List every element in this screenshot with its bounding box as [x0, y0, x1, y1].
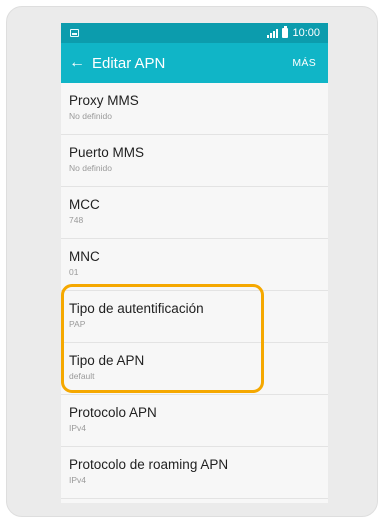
setting-label: Tipo de APN: [69, 353, 145, 368]
page-title: Editar APN: [92, 54, 166, 72]
setting-proxy-mms[interactable]: Proxy MMS No definido: [61, 83, 328, 135]
setting-label: MCC: [69, 197, 100, 212]
setting-value: 748: [69, 215, 84, 225]
status-time: 10:00: [292, 27, 320, 39]
setting-label: Proxy MMS: [69, 93, 139, 108]
setting-apn-roaming-protocol[interactable]: Protocolo de roaming APN IPv4: [61, 447, 328, 499]
status-bar: 10:00: [61, 23, 328, 43]
setting-value: IPv4: [69, 475, 87, 485]
signal-icon: [267, 28, 279, 38]
back-arrow-icon[interactable]: ←: [69, 55, 89, 71]
setting-mcc[interactable]: MCC 748: [61, 187, 328, 239]
setting-value: 01: [69, 267, 79, 277]
setting-value: No definido: [69, 111, 113, 121]
notification-icon: [70, 29, 79, 37]
setting-value: No definido: [69, 163, 113, 173]
setting-mms-port[interactable]: Puerto MMS No definido: [61, 135, 328, 187]
setting-value: default: [69, 371, 95, 381]
status-indicators: 10:00: [267, 26, 320, 39]
phone-screen: 10:00 ← Editar APN MÁS Proxy MMS No defi…: [61, 23, 328, 503]
setting-apn-protocol[interactable]: Protocolo APN IPv4: [61, 395, 328, 447]
setting-label: Tipo de autentificación: [69, 301, 204, 316]
app-bar: ← Editar APN MÁS: [61, 43, 328, 83]
setting-label: Puerto MMS: [69, 145, 145, 160]
setting-apn-type[interactable]: Tipo de APN default: [61, 343, 328, 395]
apn-settings-list: Proxy MMS No definido Puerto MMS No defi…: [61, 83, 328, 499]
setting-value: IPv4: [69, 423, 87, 433]
setting-mnc[interactable]: MNC 01: [61, 239, 328, 291]
setting-label: Protocolo APN: [69, 405, 157, 420]
battery-icon: [282, 26, 289, 38]
setting-label: Protocolo de roaming APN: [69, 457, 229, 472]
setting-authentication-type[interactable]: Tipo de autentificación PAP: [61, 291, 328, 343]
more-button[interactable]: MÁS: [292, 57, 316, 69]
setting-value: PAP: [69, 319, 86, 329]
setting-label: MNC: [69, 249, 100, 264]
